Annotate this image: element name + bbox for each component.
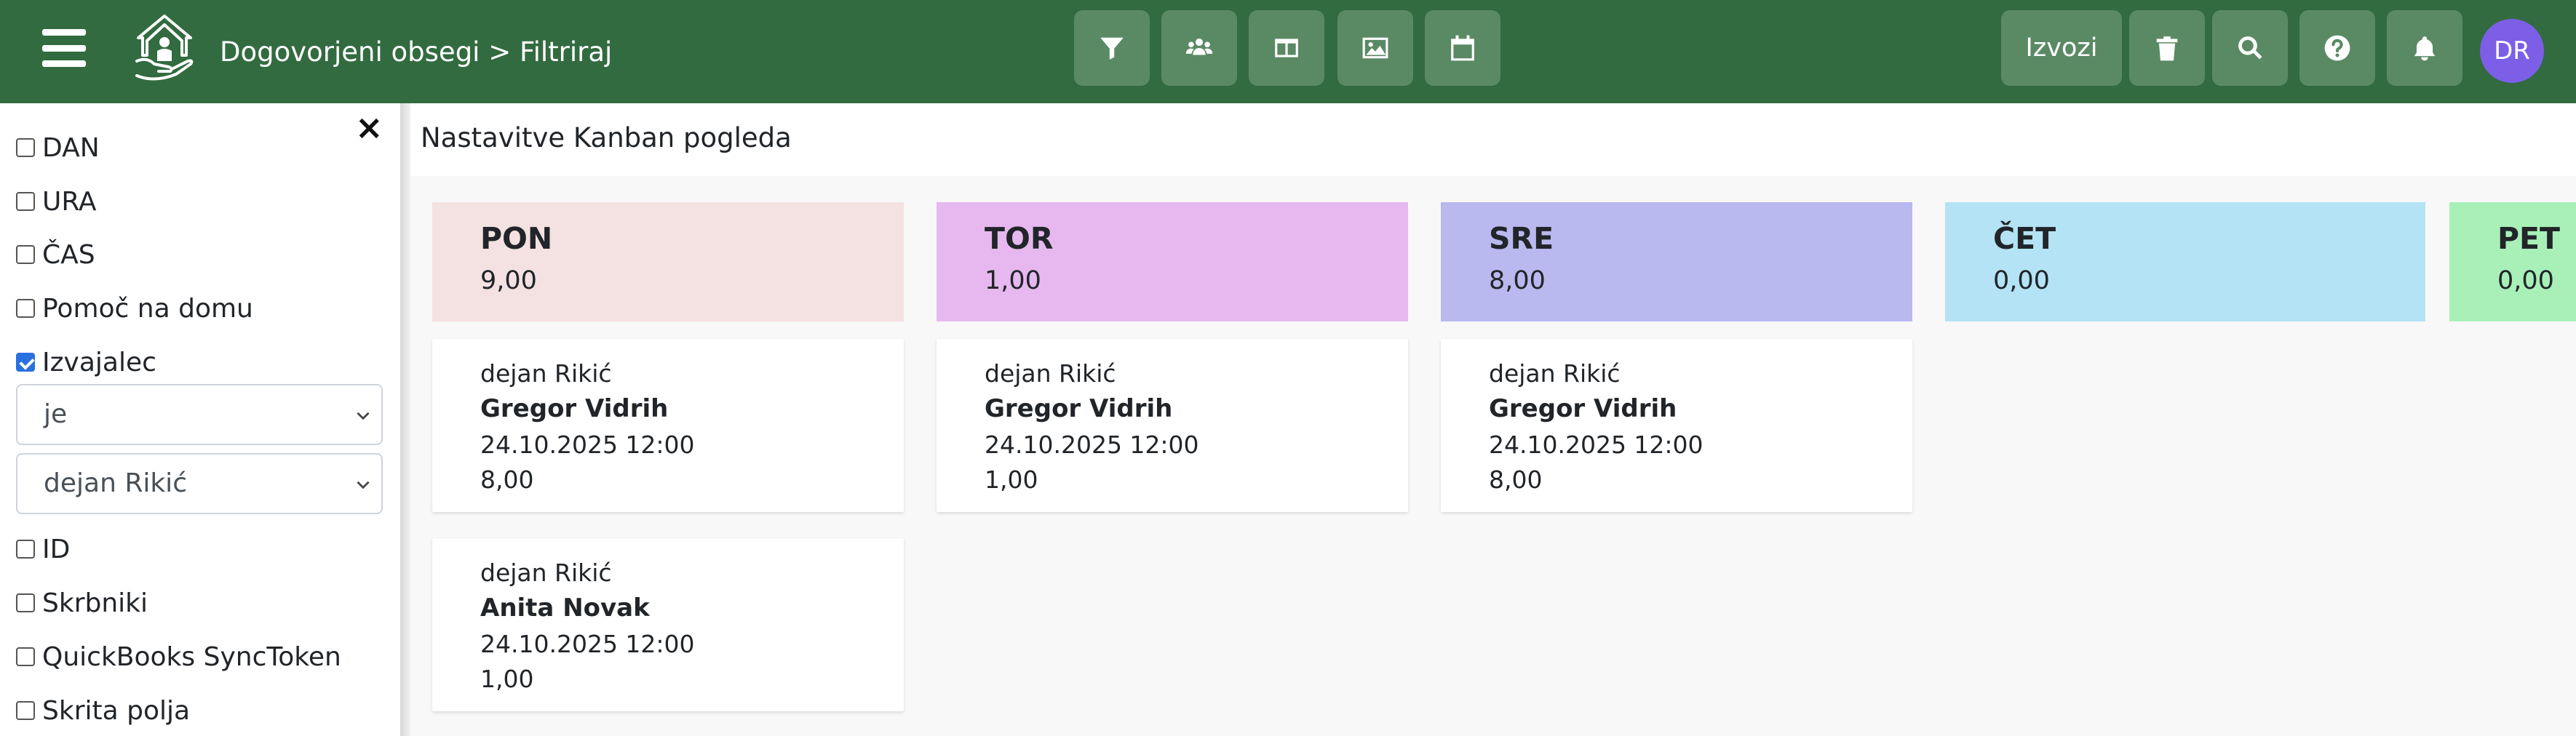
- column-day: TOR: [985, 221, 1054, 256]
- user-avatar[interactable]: DR: [2480, 19, 2544, 83]
- columns-view-button[interactable]: [1249, 10, 1324, 86]
- help-button[interactable]: [2299, 10, 2375, 86]
- kanban-board: Nastavitve Kanban pogleda PON 9,00 TOR 1…: [410, 103, 2576, 736]
- checkbox[interactable]: [16, 192, 35, 211]
- checkbox[interactable]: [16, 701, 35, 720]
- card-client: Gregor Vidrih: [1489, 394, 1677, 423]
- image-icon: [1362, 37, 1388, 59]
- checkbox[interactable]: [16, 245, 35, 264]
- column-day: ČET: [1993, 221, 2056, 256]
- filter-field-cas[interactable]: ČAS: [16, 236, 95, 273]
- search-button[interactable]: [2212, 10, 2288, 86]
- chevron-down-icon: [357, 481, 370, 489]
- card-hours: 8,00: [1489, 465, 1543, 494]
- card-date: 24.10.2025 12:00: [985, 431, 1199, 459]
- kanban-card[interactable]: dejan Rikić Gregor Vidrih 24.10.2025 12:…: [432, 339, 904, 512]
- kanban-card[interactable]: dejan Rikić Gregor Vidrih 24.10.2025 12:…: [1441, 339, 1912, 512]
- calendar-view-button[interactable]: [1425, 10, 1500, 86]
- card-client: Gregor Vidrih: [985, 394, 1173, 423]
- checkbox[interactable]: [16, 299, 35, 318]
- kanban-column-header-cet[interactable]: ČET 0,00: [1945, 202, 2425, 321]
- checkbox[interactable]: [16, 138, 35, 157]
- calendar-icon: [1451, 35, 1474, 61]
- checkbox[interactable]: [16, 593, 35, 612]
- column-day: PON: [480, 221, 553, 256]
- card-worker: dejan Rikić: [480, 559, 612, 587]
- card-hours: 1,00: [985, 465, 1038, 494]
- image-view-button[interactable]: [1337, 10, 1413, 86]
- filter-field-id[interactable]: ID: [16, 531, 70, 567]
- filter-field-ura[interactable]: URA: [16, 183, 97, 220]
- column-day: PET: [2497, 221, 2561, 256]
- delete-button[interactable]: [2129, 10, 2205, 86]
- column-total: 0,00: [1993, 266, 2050, 295]
- help-icon: [2324, 35, 2350, 61]
- kanban-card[interactable]: dejan Rikić Gregor Vidrih 24.10.2025 12:…: [937, 339, 1408, 512]
- notifications-button[interactable]: [2387, 10, 2462, 86]
- column-total: 9,00: [480, 266, 537, 295]
- column-total: 1,00: [985, 266, 1041, 295]
- kanban-column-header-pet[interactable]: PET 0,00: [2449, 202, 2576, 321]
- breadcrumb: Dogovorjeni obsegi > Filtriraj: [220, 36, 613, 68]
- page-title[interactable]: Nastavitve Kanban pogleda: [421, 122, 792, 153]
- trash-icon: [2156, 36, 2178, 61]
- checkbox[interactable]: [16, 540, 35, 559]
- column-total: 8,00: [1489, 266, 1546, 295]
- users-icon: [1185, 39, 1213, 55]
- chevron-down-icon: [357, 412, 370, 420]
- filter-icon: [1100, 37, 1124, 60]
- kanban-card[interactable]: dejan Rikić Anita Novak 24.10.2025 12:00…: [432, 538, 904, 711]
- export-button[interactable]: Izvozi: [2001, 10, 2122, 86]
- card-date: 24.10.2025 12:00: [480, 431, 695, 459]
- card-worker: dejan Rikić: [1489, 359, 1621, 388]
- filter-field-izvajalec[interactable]: Izvajalec: [16, 344, 156, 380]
- card-client: Gregor Vidrih: [480, 394, 669, 423]
- checkbox-checked[interactable]: [16, 353, 35, 372]
- card-hours: 8,00: [480, 465, 534, 494]
- card-worker: dejan Rikić: [480, 359, 612, 388]
- filter-field-skrita-polja[interactable]: Skrita polja: [16, 692, 190, 729]
- card-date: 24.10.2025 12:00: [1489, 431, 1704, 459]
- bell-icon: [2414, 36, 2436, 61]
- card-worker: dejan Rikić: [985, 359, 1116, 388]
- filter-sidebar: × DAN URA ČAS Pomoč na domu Izvajalec je…: [0, 103, 400, 736]
- home-care-logo-icon[interactable]: [132, 13, 196, 83]
- value-select[interactable]: dejan Rikić: [16, 453, 383, 514]
- card-date: 24.10.2025 12:00: [480, 630, 695, 658]
- kanban-column-header-sre[interactable]: SRE 8,00: [1441, 202, 1912, 321]
- search-icon: [2238, 36, 2262, 60]
- filter-field-quickbooks-synctoken[interactable]: QuickBooks SyncToken: [16, 639, 341, 675]
- close-icon[interactable]: ×: [355, 111, 383, 144]
- columns-icon: [1275, 39, 1298, 57]
- filter-field-dan[interactable]: DAN: [16, 129, 100, 166]
- users-button[interactable]: [1161, 10, 1237, 86]
- filter-field-pomoc-na-domu[interactable]: Pomoč na domu: [16, 290, 253, 327]
- checkbox[interactable]: [16, 647, 35, 666]
- card-client: Anita Novak: [480, 593, 650, 623]
- top-bar: Dogovorjeni obsegi > Filtriraj Izvozi DR: [0, 0, 2576, 103]
- kanban-column-header-pon[interactable]: PON 9,00: [432, 202, 904, 321]
- hamburger-menu-icon[interactable]: [42, 29, 86, 67]
- operator-select[interactable]: je: [16, 384, 383, 445]
- column-total: 0,00: [2497, 266, 2554, 295]
- kanban-settings-bar: Nastavitve Kanban pogleda: [410, 103, 2576, 176]
- column-day: SRE: [1489, 221, 1554, 256]
- filter-button[interactable]: [1074, 10, 1150, 86]
- filter-field-skrbniki[interactable]: Skrbniki: [16, 585, 148, 621]
- card-hours: 1,00: [480, 665, 534, 693]
- sidebar-divider: [400, 103, 410, 736]
- kanban-column-header-tor[interactable]: TOR 1,00: [937, 202, 1408, 321]
